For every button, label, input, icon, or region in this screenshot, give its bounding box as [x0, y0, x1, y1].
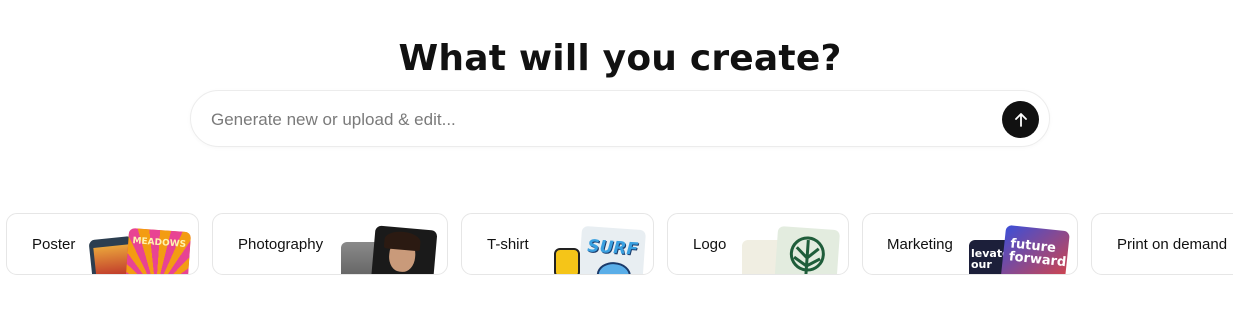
tshirt-thumbnail: SURF: [577, 225, 647, 274]
prompt-search-bar[interactable]: [190, 90, 1050, 148]
category-label: T-shirt: [487, 236, 529, 253]
tree-logo-icon: [789, 236, 825, 274]
category-label: Poster: [32, 236, 76, 253]
category-card-logo[interactable]: Logo: [667, 213, 849, 275]
marketing-thumbnail: future forward: [1000, 224, 1070, 274]
category-card-print-on-demand[interactable]: Print on demand: [1091, 213, 1233, 275]
logo-thumbnail: [773, 225, 841, 274]
category-label: Photography: [238, 236, 324, 253]
arrow-up-icon: [1014, 112, 1027, 127]
photo-thumbnail: [370, 225, 438, 274]
page-title: What will you create?: [398, 38, 842, 80]
category-label: Marketing: [887, 236, 953, 253]
category-card-photography[interactable]: Photography: [212, 213, 448, 275]
prompt-input[interactable]: [211, 91, 991, 148]
category-card-marketing[interactable]: Marketing levate our future forward: [862, 213, 1078, 275]
category-card-poster[interactable]: Poster MEADOWS: [6, 213, 199, 275]
category-list: Poster MEADOWS Photography T-shirt SURF …: [0, 213, 1233, 283]
poster-thumbnail-front: MEADOWS: [124, 227, 192, 274]
category-label: Print on demand: [1117, 236, 1228, 253]
hand-sticker-icon: [554, 248, 580, 274]
submit-button[interactable]: [1002, 101, 1039, 138]
category-label: Logo: [693, 236, 727, 253]
tshirt-thumb-text: SURF: [586, 236, 639, 260]
category-card-tshirt[interactable]: T-shirt SURF: [461, 213, 654, 275]
